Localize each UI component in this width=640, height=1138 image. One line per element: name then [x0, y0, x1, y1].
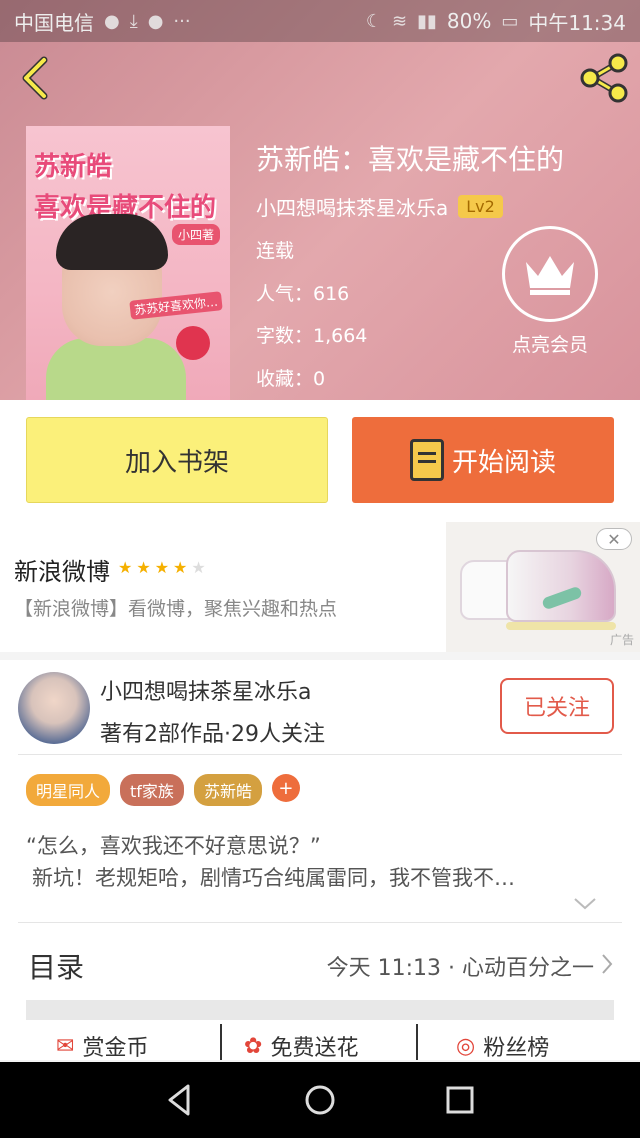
level-badge: Lv2 [458, 195, 503, 218]
envelope-icon: ✉ [56, 1033, 75, 1059]
battery-icon: ▭ [501, 10, 519, 32]
book-header: 中国电信 ● ⤓ ● ··· ☾ ≋ ▮▮ 80% ▭ 中午11:34 苏新皓 … [0, 0, 640, 400]
notification-icon: ● [147, 10, 164, 32]
target-icon: ◎ [456, 1033, 476, 1059]
cover-title-line1: 苏新皓 [34, 152, 113, 182]
fan-ranking-button[interactable]: ◎ 粉丝榜 [456, 1030, 550, 1061]
latest-chapter: 今天 11:13 · 心动百分之一 [326, 956, 594, 981]
star-icon: ★ [118, 558, 133, 577]
flower-label: 免费送花 [270, 1036, 359, 1060]
follow-button[interactable]: 已关注 [500, 678, 614, 734]
favorites-count: 收藏：0 [256, 368, 326, 390]
action-bar: 加入书架 开始阅读 [0, 400, 640, 522]
cover-title-art: 苏新皓 喜欢是藏不住的 [34, 146, 224, 224]
signal-icon: ▮▮ [417, 10, 437, 32]
toc-label: 目录 [28, 951, 85, 984]
author-section: 小四想喝抹茶星冰乐a 著有2部作品·29人关注 已关注 明星同人 tf家族 苏新… [0, 660, 640, 1060]
system-nav-bar [0, 1062, 640, 1138]
crown-icon [526, 256, 574, 295]
ad-mark: 广告 [609, 633, 634, 647]
crown-circle [502, 226, 598, 322]
star-icon: ★ [136, 558, 151, 577]
cherry-icon [176, 326, 210, 360]
ad-rating: ★ ★ ★ ★ ★ [118, 558, 206, 577]
share-icon[interactable] [578, 52, 630, 104]
cover-hair [56, 214, 168, 270]
sneaker-sole [506, 622, 616, 630]
nav-recents-icon[interactable] [440, 1080, 480, 1120]
wifi-off-icon: ≋ [391, 10, 408, 32]
bottom-action-strip: ✉ 赏金币 ✿ 免费送花 ◎ 粉丝榜 [0, 1020, 640, 1060]
send-flower-button[interactable]: ✿ 免费送花 [244, 1030, 359, 1061]
author-avatar[interactable] [18, 672, 90, 744]
nav-home-icon[interactable] [300, 1080, 340, 1120]
moon-icon: ☾ [365, 10, 382, 32]
author-row: 小四想喝抹茶星冰乐a Lv2 [256, 192, 503, 221]
table-of-contents-row[interactable]: 目录 今天 11:13 · 心动百分之一 [0, 924, 640, 1004]
intro-line1: “怎么，喜欢我还不好意思说？” [26, 834, 321, 858]
more-icon: ··· [173, 10, 191, 32]
tag-item[interactable]: 明星同人 [26, 774, 111, 806]
battery-percent: 80% [446, 9, 492, 33]
add-tag-button[interactable]: + [271, 774, 300, 802]
intro-line2: 新坑！老规矩哈，剧情巧合纯属雷同，我不管我不… [32, 866, 515, 890]
ad-banner[interactable]: 新浪微博 ★ ★ ★ ★ ★ 【新浪微博】看微博，聚焦兴趣和热点 ✕ 广告 [0, 522, 640, 652]
download-icon: ⤓ [129, 10, 138, 32]
serial-status: 连载 [256, 240, 295, 262]
book-icon [409, 439, 444, 481]
add-to-shelf-button[interactable]: 加入书架 [26, 417, 328, 503]
reward-label: 赏金币 [82, 1036, 149, 1060]
author-stats: 著有2部作品·29人关注 [100, 722, 325, 747]
carrier-label: 中国电信 [14, 10, 94, 35]
star-icon: ★ [173, 558, 188, 577]
separator [220, 1024, 222, 1060]
cover-author-tag: 小四著 [171, 224, 220, 245]
reward-coins-button[interactable]: ✉ 赏金币 [56, 1030, 149, 1061]
separator [416, 1024, 418, 1060]
author-name[interactable]: 小四想喝抹茶星冰乐a [256, 192, 448, 221]
popularity: 人气：616 [256, 283, 350, 305]
book-title: 苏新皓：喜欢是藏不住的 [256, 143, 565, 176]
tag-list: 明星同人 tf家族 苏新皓 + [26, 774, 300, 806]
tag-item[interactable]: tf家族 [120, 774, 184, 806]
status-bar: 中国电信 ● ⤓ ● ··· ☾ ≋ ▮▮ 80% ▭ 中午11:34 [0, 0, 640, 42]
word-count: 字数：1,664 [256, 325, 368, 347]
wechat-icon: ● [104, 10, 120, 32]
back-arrow-icon[interactable] [16, 56, 56, 100]
author-profile-name[interactable]: 小四想喝抹茶星冰乐a [100, 674, 311, 706]
star-icon: ★ [154, 558, 170, 577]
star-empty-icon: ★ [191, 558, 206, 577]
flower-icon: ✿ [244, 1033, 263, 1059]
clock: 中午11:34 [528, 10, 626, 35]
book-cover[interactable]: 苏新皓 喜欢是藏不住的 小四著 苏苏好喜欢你… [26, 126, 230, 400]
vip-button[interactable]: 点亮会员 [500, 226, 600, 366]
ad-close-button[interactable]: ✕ [596, 528, 632, 550]
divider [18, 754, 622, 755]
divider [18, 922, 622, 923]
ad-description: 【新浪微博】看微博，聚焦兴趣和热点 [14, 598, 338, 620]
cover-shirt [46, 338, 186, 400]
fans-label: 粉丝榜 [483, 1036, 550, 1060]
start-reading-button[interactable]: 开始阅读 [352, 417, 614, 503]
vip-label: 点亮会员 [511, 334, 588, 356]
sneaker-right [506, 550, 616, 622]
section-separator [26, 1000, 614, 1020]
ad-title: 新浪微博 [14, 558, 110, 586]
nav-back-icon[interactable] [160, 1080, 200, 1120]
tag-item[interactable]: 苏新皓 [193, 774, 262, 806]
chevron-right-icon [602, 954, 613, 974]
chevron-down-icon[interactable] [572, 896, 598, 912]
start-reading-label: 开始阅读 [451, 447, 556, 478]
